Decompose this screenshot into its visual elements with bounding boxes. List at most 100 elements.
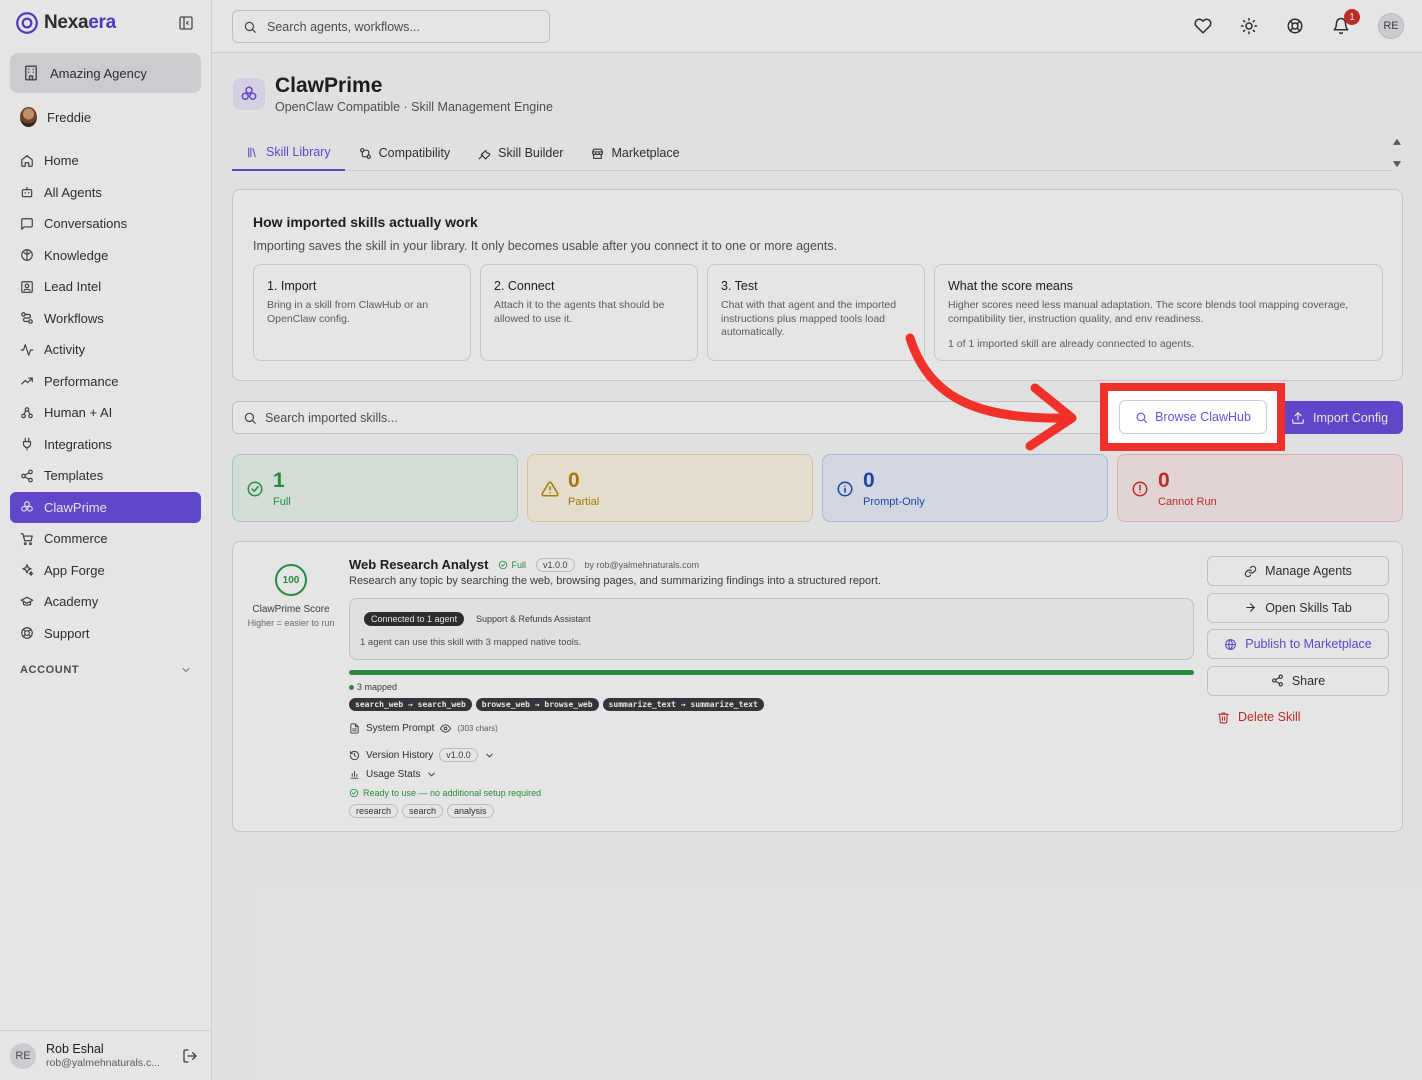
- step-import-card: 1. Import Bring in a skill from ClawHub …: [253, 264, 471, 361]
- skill-author: by rob@yalmehnaturals.com: [584, 559, 700, 570]
- tab-compatibility[interactable]: Compatibility: [345, 135, 465, 171]
- delete-skill-button[interactable]: Delete Skill: [1207, 702, 1389, 732]
- score-explainer-title: What the score means: [948, 279, 1074, 293]
- usage-stats-label: Usage Stats: [366, 769, 421, 780]
- store-icon: [591, 147, 604, 160]
- library-icon: [246, 146, 259, 159]
- global-search-input[interactable]: Search agents, workflows...: [232, 10, 550, 43]
- theme-sun-icon[interactable]: [1240, 17, 1258, 35]
- sidebar-collapse-icon[interactable]: [178, 15, 194, 31]
- sidebar-item-commerce[interactable]: Commerce: [10, 523, 201, 555]
- heart-icon[interactable]: [1194, 17, 1212, 35]
- sidebar-item-all-agents[interactable]: All Agents: [10, 177, 201, 209]
- sidebar-item-activity[interactable]: Activity: [10, 334, 201, 366]
- help-lifebuoy-icon[interactable]: [1286, 17, 1304, 35]
- import-config-button[interactable]: Import Config: [1276, 401, 1403, 434]
- caret-up-icon[interactable]: [1392, 137, 1402, 147]
- sidebar-item-clawprime[interactable]: ClawPrime: [10, 491, 201, 523]
- sidebar-item-performance[interactable]: Performance: [10, 366, 201, 398]
- publish-to-marketplace-button[interactable]: Publish to Marketplace: [1207, 629, 1389, 659]
- publish-label: Publish to Marketplace: [1245, 637, 1372, 651]
- step-connect-card: 2. Connect Attach it to the agents that …: [480, 264, 698, 361]
- share-label: Share: [1291, 673, 1326, 688]
- tab-bar: Skill Library Compatibility Skill Builde…: [232, 135, 1392, 171]
- import-config-label: Import Config: [1312, 410, 1389, 425]
- check-circle-icon: [246, 480, 264, 498]
- workflow-icon: [20, 311, 34, 325]
- stat-label: Full: [273, 496, 291, 508]
- step-title: 1. Import: [267, 279, 317, 293]
- sidebar-item-label: Commerce: [44, 531, 108, 547]
- global-search-placeholder: Search agents, workflows...: [267, 19, 420, 34]
- sparkle-icon: [20, 563, 34, 577]
- tutorial-arrow-icon: [905, 333, 1077, 451]
- footer-avatar[interactable]: RE: [10, 1042, 36, 1069]
- step-text: Bring in a skill from ClawHub or an Open…: [267, 299, 429, 325]
- tab-skill-library[interactable]: Skill Library: [232, 135, 345, 171]
- mapping-progress-fill: [349, 670, 1194, 675]
- connection-box: Connected to 1 agent Support & Refunds A…: [349, 598, 1194, 660]
- sidebar-item-conversations[interactable]: Conversations: [10, 208, 201, 240]
- sidebar-item-app-forge[interactable]: App Forge: [10, 555, 201, 587]
- sidebar-item-human-ai[interactable]: Human + AI: [10, 397, 201, 429]
- home-icon: [20, 154, 34, 168]
- wrench-icon: [478, 147, 491, 160]
- system-prompt-row[interactable]: System Prompt (303 chars): [349, 723, 498, 734]
- search-icon: [243, 20, 257, 34]
- version-history-row[interactable]: Version History v1.0.0: [349, 748, 495, 762]
- manage-agents-button[interactable]: Manage Agents: [1207, 556, 1389, 586]
- connected-agent-name[interactable]: Support & Refunds Assistant: [476, 614, 591, 624]
- share-button[interactable]: Share: [1207, 665, 1389, 696]
- trash-icon: [1217, 711, 1230, 724]
- clawprime-icon: [20, 500, 34, 514]
- tab-scroll-control[interactable]: [1390, 137, 1404, 169]
- notifications-bell-icon[interactable]: 1: [1332, 9, 1360, 35]
- tab-skill-builder[interactable]: Skill Builder: [464, 135, 577, 171]
- caret-down-icon[interactable]: [1392, 159, 1402, 169]
- manage-agents-label: Manage Agents: [1265, 564, 1352, 578]
- current-user[interactable]: Freddie: [20, 107, 91, 127]
- usage-stats-row[interactable]: Usage Stats: [349, 769, 437, 780]
- sidebar-item-label: Lead Intel: [44, 279, 102, 295]
- topbar: Search agents, workflows... 1 RE: [212, 0, 1422, 53]
- sidebar-item-label: Templates: [44, 468, 104, 484]
- activity-icon: [20, 343, 34, 357]
- sidebar-item-support[interactable]: Support: [10, 618, 201, 650]
- how-it-works-card: How imported skills actually work Import…: [232, 189, 1403, 381]
- sidebar-item-knowledge[interactable]: Knowledge: [10, 240, 201, 272]
- trend-icon: [20, 374, 34, 388]
- tab-marketplace[interactable]: Marketplace: [577, 135, 693, 171]
- how-it-works-desc: Importing saves the skill in your librar…: [253, 239, 838, 253]
- graduation-icon: [20, 595, 34, 609]
- tool-mapping-pill: search_web → search_web: [349, 698, 472, 711]
- mapped-dot: [349, 684, 354, 690]
- nexaera-logo-icon: [14, 10, 40, 36]
- user-menu-avatar[interactable]: RE: [1378, 13, 1404, 39]
- skill-header: Web Research Analyst Full v1.0.0 by rob@…: [349, 557, 699, 572]
- sidebar-item-label: Support: [44, 625, 90, 641]
- sidebar-item-academy[interactable]: Academy: [10, 586, 201, 618]
- eye-icon[interactable]: [440, 723, 452, 734]
- sidebar: Nexaera Amazing Agency Freddie Home All …: [0, 0, 212, 1080]
- sidebar-item-templates[interactable]: Templates: [10, 460, 201, 492]
- logout-icon[interactable]: [182, 1048, 198, 1064]
- brand[interactable]: Nexaera: [14, 10, 116, 36]
- agency-switcher[interactable]: Amazing Agency: [10, 53, 201, 93]
- open-skills-tab-button[interactable]: Open Skills Tab: [1207, 592, 1389, 623]
- sidebar-item-home[interactable]: Home: [10, 145, 201, 177]
- sidebar-item-label: Workflows: [44, 310, 104, 326]
- brand-name: Nexaera: [44, 12, 116, 33]
- connected-badge: Connected to 1 agent: [364, 612, 465, 626]
- browse-clawhub-label: Browse ClawHub: [1155, 410, 1251, 424]
- sidebar-item-label: Performance: [44, 373, 119, 389]
- open-skills-tab-label: Open Skills Tab: [1265, 600, 1352, 615]
- sidebar-item-lead-intel[interactable]: Lead Intel: [10, 271, 201, 303]
- sidebar-item-integrations[interactable]: Integrations: [10, 429, 201, 461]
- account-section-toggle[interactable]: ACCOUNT: [20, 664, 192, 676]
- version-history-label: Version History: [366, 749, 434, 761]
- sidebar-item-workflows[interactable]: Workflows: [10, 303, 201, 335]
- tag: search: [402, 804, 444, 818]
- tab-label: Compatibility: [378, 146, 451, 160]
- mapping-progress-bar: [349, 670, 1194, 675]
- highlighted-browse-clawhub-button[interactable]: Browse ClawHub: [1119, 400, 1267, 434]
